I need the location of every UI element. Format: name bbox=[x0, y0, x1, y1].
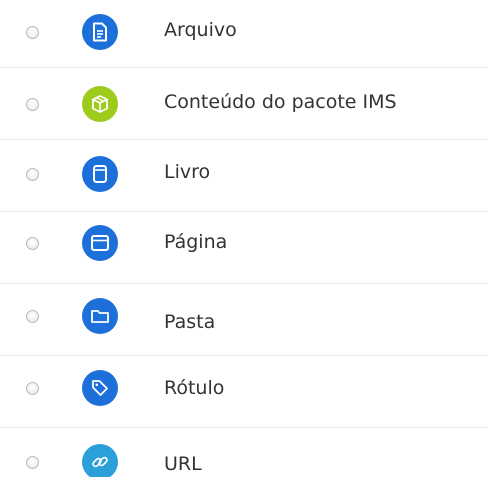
book-icon bbox=[82, 156, 118, 192]
radio-button[interactable] bbox=[26, 382, 39, 395]
list-item-pasta[interactable]: Pasta bbox=[0, 284, 487, 356]
list-item-pagina[interactable]: Página bbox=[0, 212, 487, 284]
folder-icon bbox=[82, 298, 118, 334]
item-label: Pasta bbox=[164, 311, 216, 333]
package-icon bbox=[82, 86, 118, 122]
radio-button[interactable] bbox=[26, 98, 39, 111]
tag-icon bbox=[82, 370, 118, 406]
list-item-ims-package[interactable]: Conteúdo do pacote IMS bbox=[0, 68, 487, 140]
page-icon bbox=[82, 225, 118, 261]
radio-button[interactable] bbox=[26, 456, 39, 469]
radio-button[interactable] bbox=[26, 237, 39, 250]
list-item-url[interactable]: URL bbox=[0, 428, 487, 477]
item-label: Rótulo bbox=[164, 377, 225, 399]
list-item-livro[interactable]: Livro bbox=[0, 140, 487, 212]
activity-list: Arquivo Conteúdo do pacote IMS Livro Pág… bbox=[0, 0, 487, 477]
list-item-arquivo[interactable]: Arquivo bbox=[0, 0, 487, 68]
item-label: Página bbox=[164, 231, 228, 253]
file-icon bbox=[82, 14, 118, 50]
item-label: Conteúdo do pacote IMS bbox=[164, 91, 397, 113]
radio-button[interactable] bbox=[26, 168, 39, 181]
item-label: URL bbox=[164, 453, 202, 475]
item-label: Arquivo bbox=[164, 19, 237, 41]
radio-button[interactable] bbox=[26, 310, 39, 323]
radio-button[interactable] bbox=[26, 26, 39, 39]
item-label: Livro bbox=[164, 161, 211, 183]
list-item-rotulo[interactable]: Rótulo bbox=[0, 356, 487, 428]
link-icon bbox=[82, 444, 118, 477]
